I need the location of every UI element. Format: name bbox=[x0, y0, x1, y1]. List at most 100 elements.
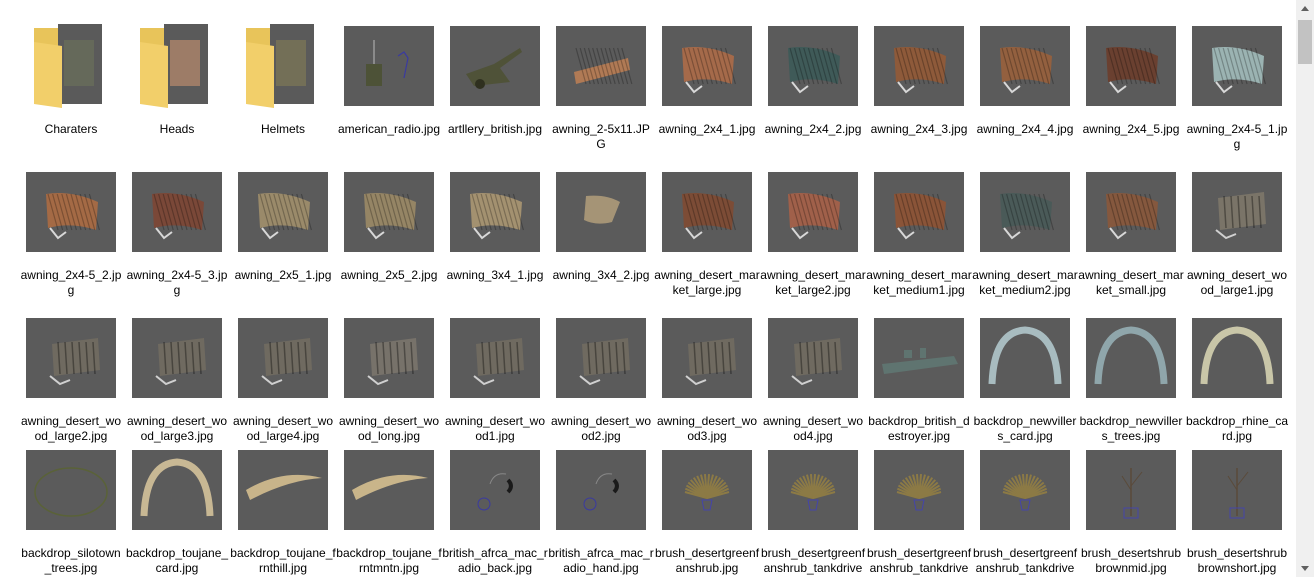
image-thumbnail bbox=[442, 164, 548, 264]
file-name-label: british_afrca_mac_radio_back.jpg bbox=[442, 546, 548, 575]
file-name-label: backdrop_toujane_frnthill.jpg bbox=[230, 546, 336, 575]
thumbnail-preview bbox=[1086, 318, 1176, 398]
thumbnail-preview bbox=[344, 172, 434, 252]
thumbnail-preview bbox=[344, 26, 434, 106]
thumbnail-preview bbox=[238, 318, 328, 398]
image-thumbnail bbox=[230, 164, 336, 264]
thumbnail-preview bbox=[450, 318, 540, 398]
image-thumbnail bbox=[124, 310, 230, 410]
thumbnail-preview bbox=[1192, 450, 1282, 530]
thumbnail-preview bbox=[1086, 450, 1176, 530]
file-name-label: Helmets bbox=[260, 122, 305, 136]
file-name-label: backdrop_toujane_frntmntn.jpg bbox=[336, 546, 442, 575]
image-thumbnail bbox=[1078, 310, 1184, 410]
thumbnail-preview bbox=[132, 450, 222, 530]
scroll-down-arrow-icon[interactable] bbox=[1296, 560, 1314, 577]
thumbnail-preview bbox=[768, 318, 858, 398]
thumbnail-preview bbox=[26, 172, 116, 252]
image-thumbnail bbox=[18, 164, 124, 264]
file-name-label: awning_2x5_1.jpg bbox=[234, 268, 332, 282]
image-thumbnail bbox=[548, 442, 654, 542]
image-thumbnail bbox=[18, 310, 124, 410]
thumbnail-preview bbox=[556, 26, 646, 106]
image-thumbnail bbox=[866, 442, 972, 542]
image-thumbnail bbox=[124, 164, 230, 264]
image-thumbnail bbox=[1184, 164, 1290, 264]
file-name-label: awning_2x4_4.jpg bbox=[976, 122, 1074, 136]
image-thumbnail bbox=[866, 310, 972, 410]
thumbnail-preview bbox=[980, 26, 1070, 106]
file-name-label: brush_desertgreenfanshrub.jpg bbox=[654, 546, 760, 575]
image-thumbnail bbox=[1184, 442, 1290, 542]
file-name-label: backdrop_newvillers_trees.jpg bbox=[1079, 414, 1183, 443]
file-name-label: awning_desert_wood2.jpg bbox=[550, 414, 652, 443]
thumbnail-preview bbox=[768, 450, 858, 530]
file-name-label: Charaters bbox=[44, 122, 98, 136]
file-name-label: awning_2x4_2.jpg bbox=[764, 122, 862, 136]
file-name-label: backdrop_silotown_trees.jpg bbox=[21, 546, 121, 575]
file-name-label: awning_3x4_1.jpg bbox=[446, 268, 544, 282]
image-thumbnail bbox=[336, 18, 442, 118]
file-name-label: american_radio.jpg bbox=[337, 122, 441, 136]
file-name-label: awning_desert_market_medium1.jpg bbox=[866, 268, 972, 297]
image-thumbnail bbox=[548, 310, 654, 410]
file-name-label: awning_desert_market_large.jpg bbox=[654, 268, 760, 297]
file-name-label: awning_2-5x11.JPG bbox=[552, 122, 650, 151]
file-name-label: awning_desert_wood_large2.jpg bbox=[20, 414, 122, 443]
file-name-label: awning_desert_wood3.jpg bbox=[656, 414, 758, 443]
file-name-label: awning_desert_market_small.jpg bbox=[1078, 268, 1184, 297]
image-thumbnail bbox=[18, 442, 124, 542]
thumbnail-preview bbox=[344, 318, 434, 398]
vertical-scrollbar[interactable] bbox=[1296, 0, 1314, 577]
thumbnail-preview bbox=[1192, 26, 1282, 106]
thumbnail-preview bbox=[980, 172, 1070, 252]
image-thumbnail bbox=[760, 18, 866, 118]
file-name-label: awning_2x4_1.jpg bbox=[658, 122, 756, 136]
thumbnail-preview bbox=[450, 26, 540, 106]
image-thumbnail bbox=[972, 164, 1078, 264]
file-name-label: awning_2x5_2.jpg bbox=[340, 268, 438, 282]
thumbnail-preview bbox=[662, 450, 752, 530]
file-name-label: awning_desert_wood_long.jpg bbox=[338, 414, 440, 443]
file-name-label: awning_desert_wood_large4.jpg bbox=[232, 414, 334, 443]
file-name-label: awning_desert_market_large2.jpg bbox=[760, 268, 866, 297]
image-thumbnail bbox=[760, 164, 866, 264]
thumbnail-preview bbox=[1192, 318, 1282, 398]
folder-icon bbox=[18, 18, 124, 118]
file-name-label: awning_2x4_3.jpg bbox=[870, 122, 968, 136]
file-grid: Charaters Heads Helmets american_radio.j… bbox=[0, 0, 1296, 577]
file-name-label: backdrop_toujane_card.jpg bbox=[125, 546, 229, 575]
file-name-label: brush_desertgreenfanshrub_tankdrive2.jpg bbox=[866, 546, 972, 577]
file-name-label: awning_2x4_5.jpg bbox=[1082, 122, 1180, 136]
image-thumbnail bbox=[972, 442, 1078, 542]
folder-icon bbox=[230, 18, 336, 118]
thumbnail-preview bbox=[874, 26, 964, 106]
scroll-up-arrow-icon[interactable] bbox=[1296, 0, 1314, 17]
image-thumbnail bbox=[442, 18, 548, 118]
file-name-label: awning_desert_wood_large1.jpg bbox=[1186, 268, 1288, 297]
image-thumbnail bbox=[336, 442, 442, 542]
scrollbar-thumb[interactable] bbox=[1298, 20, 1312, 64]
file-name-label: awning_2x4-5_1.jpg bbox=[1186, 122, 1288, 151]
thumbnail-preview bbox=[344, 450, 434, 530]
file-name-label: awning_2x4-5_3.jpg bbox=[126, 268, 228, 297]
thumbnail-preview bbox=[1086, 172, 1176, 252]
thumbnail-preview bbox=[874, 172, 964, 252]
file-name-label: british_afrca_mac_radio_hand.jpg bbox=[548, 546, 654, 575]
image-thumbnail bbox=[548, 164, 654, 264]
thumbnail-preview bbox=[980, 318, 1070, 398]
image-thumbnail bbox=[548, 18, 654, 118]
image-thumbnail bbox=[230, 310, 336, 410]
thumbnail-preview bbox=[768, 26, 858, 106]
file-name-label: awning_desert_wood_large3.jpg bbox=[126, 414, 228, 443]
thumbnail-preview bbox=[768, 172, 858, 252]
file-name-label: awning_3x4_2.jpg bbox=[552, 268, 650, 282]
thumbnail-preview bbox=[556, 318, 646, 398]
thumbnail-preview bbox=[132, 172, 222, 252]
image-thumbnail bbox=[230, 442, 336, 542]
image-thumbnail bbox=[1184, 310, 1290, 410]
image-thumbnail bbox=[1078, 442, 1184, 542]
file-name-label: awning_desert_wood1.jpg bbox=[444, 414, 546, 443]
thumbnail-preview bbox=[450, 450, 540, 530]
thumbnail-preview bbox=[1192, 172, 1282, 252]
